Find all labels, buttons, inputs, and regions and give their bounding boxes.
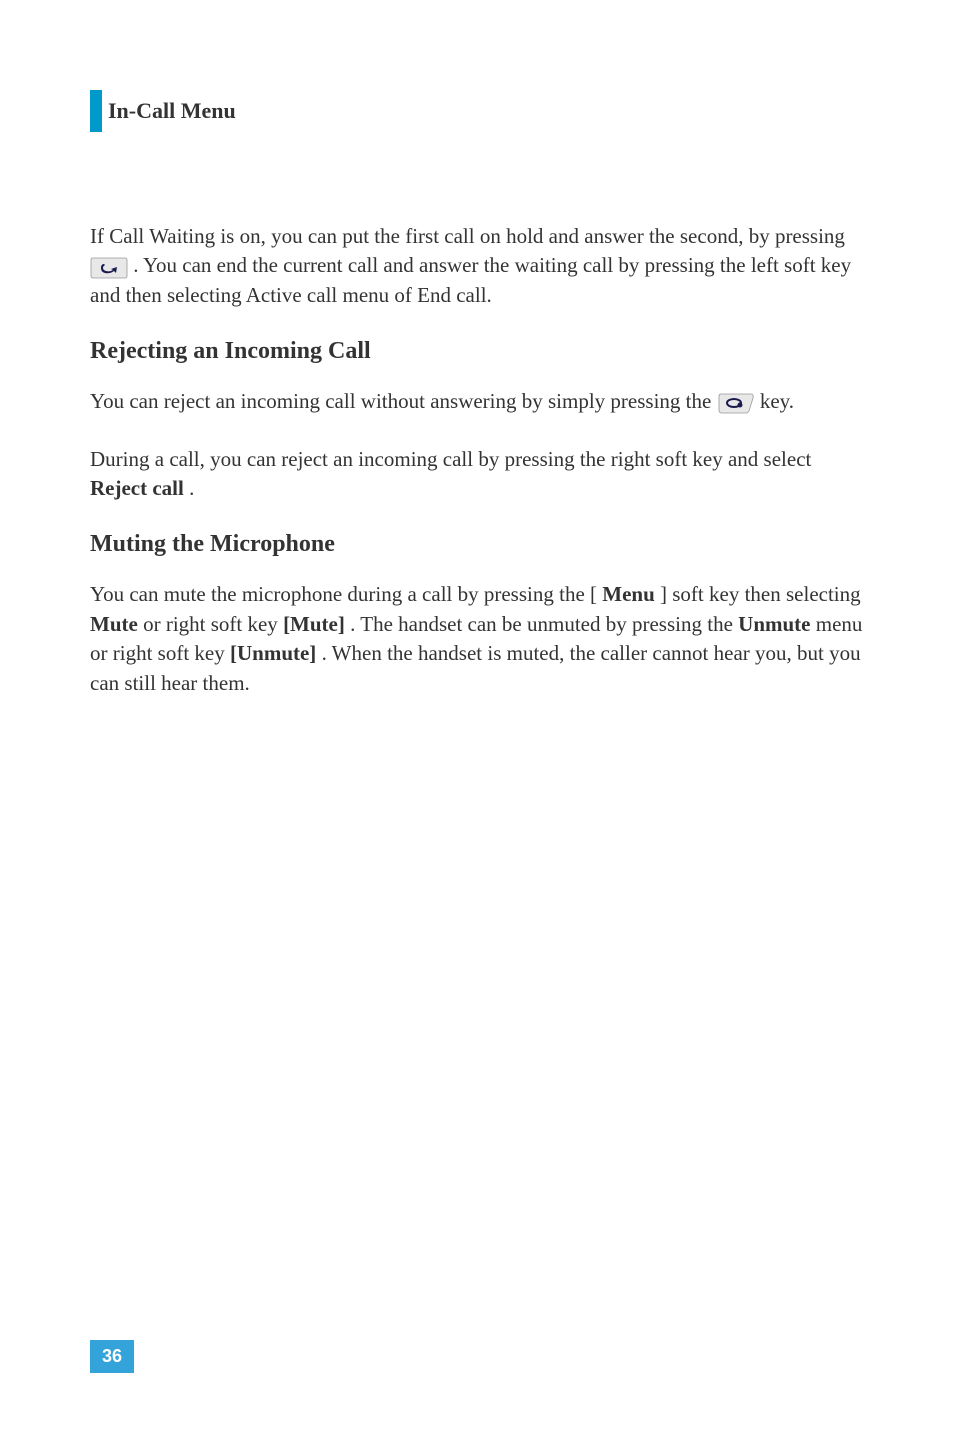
- send-key-icon: [90, 256, 128, 280]
- text-segment: You can mute the microphone during a cal…: [90, 582, 597, 606]
- text-segment: or right soft key: [143, 612, 283, 636]
- paragraph-reject-during-call: During a call, you can reject an incomin…: [90, 445, 864, 504]
- text-segment: ] soft key then selecting: [660, 582, 861, 606]
- page-title: In-Call Menu: [108, 98, 236, 124]
- bold-mute-softkey: [Mute]: [283, 612, 345, 636]
- section-heading-muting: Muting the Microphone: [90, 531, 864, 558]
- paragraph-call-waiting: If Call Waiting is on, you can put the f…: [90, 222, 864, 310]
- text-segment: . You can end the current call and answe…: [90, 253, 851, 306]
- bold-unmute-softkey: [Unmute]: [230, 641, 316, 665]
- section-heading-rejecting: Rejecting an Incoming Call: [90, 338, 864, 365]
- text-segment: key.: [760, 389, 794, 413]
- text-segment: . The handset can be unmuted by pressing…: [350, 612, 738, 636]
- bold-unmute: Unmute: [738, 612, 810, 636]
- paragraph-reject-simple: You can reject an incoming call without …: [90, 387, 864, 416]
- end-key-icon: [717, 391, 755, 415]
- text-segment: .: [189, 476, 194, 500]
- paragraph-mute: You can mute the microphone during a cal…: [90, 580, 864, 698]
- text-segment: If Call Waiting is on, you can put the f…: [90, 224, 845, 248]
- text-segment: During a call, you can reject an incomin…: [90, 447, 811, 471]
- header-accent-bar: [90, 90, 102, 132]
- bold-reject-call: Reject call: [90, 476, 184, 500]
- bold-mute: Mute: [90, 612, 138, 636]
- text-segment: You can reject an incoming call without …: [90, 389, 717, 413]
- bold-menu: Menu: [602, 582, 655, 606]
- page-header: In-Call Menu: [90, 90, 864, 132]
- page-number: 36: [90, 1340, 134, 1373]
